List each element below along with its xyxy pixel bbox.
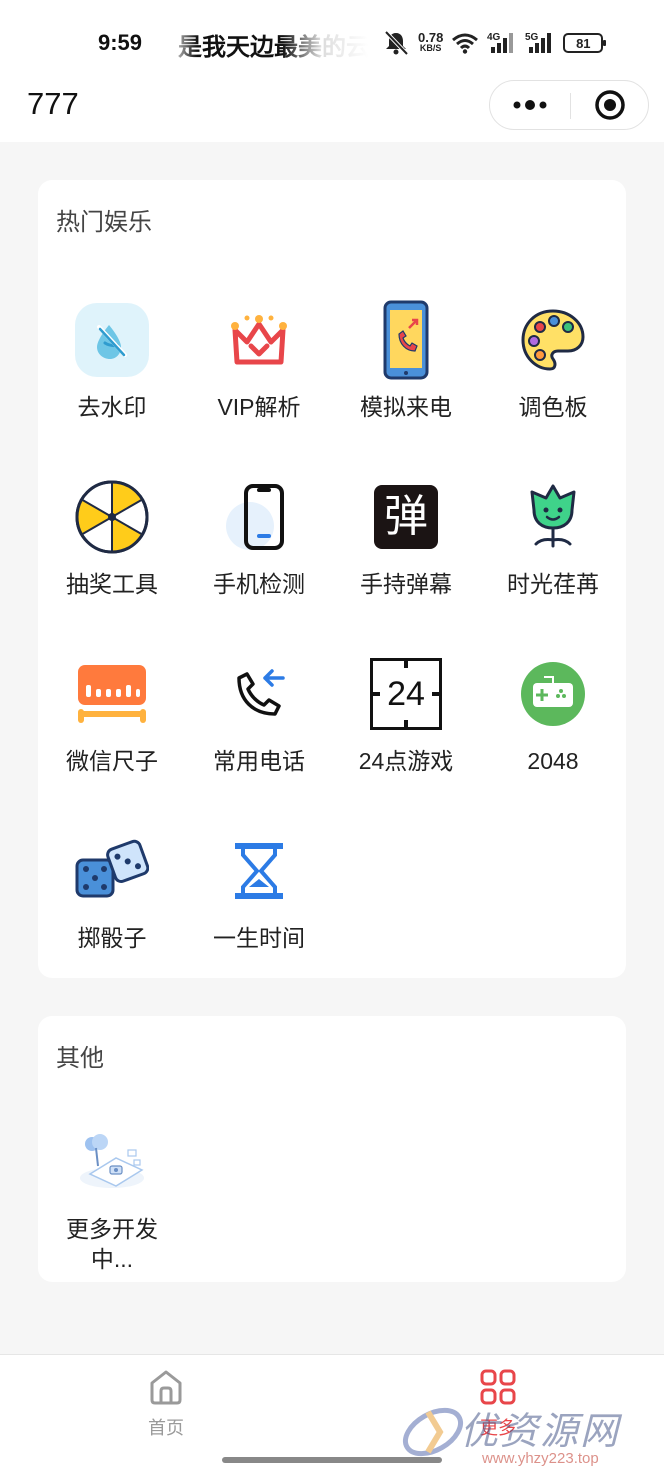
tool-item-24-game[interactable]: 24 24点游戏 — [332, 654, 480, 776]
tool-item-time-plant[interactable]: 时光荏苒 — [479, 477, 627, 599]
tool-item-developing[interactable]: 更多开发 中... — [38, 1122, 186, 1274]
tool-label: VIP解析 — [217, 394, 301, 420]
palette-icon — [513, 300, 593, 380]
tool-label: 手机检测 — [213, 571, 305, 597]
more-menu-button[interactable] — [490, 81, 570, 129]
battery-indicator: 81 — [563, 33, 607, 53]
tool-item-phone-check[interactable]: 手机检测 — [185, 477, 333, 599]
watermark-remove-icon — [72, 300, 152, 380]
svg-text:4G: 4G — [487, 32, 501, 43]
hourglass-icon — [219, 831, 299, 911]
fake-call-phone-icon — [366, 300, 446, 380]
section-title-hot: 热门娱乐 — [56, 209, 152, 236]
status-icons: 0.78 KB/S 4G 5G 81 — [382, 26, 607, 60]
tool-label: 去水印 — [77, 394, 147, 420]
tool-item-lottery[interactable]: 抽奖工具 — [38, 477, 186, 599]
tab-home[interactable]: 首页 — [116, 1367, 216, 1440]
watermark-url: www.yhzy223.top — [482, 1450, 599, 1467]
ruler-icon — [72, 654, 152, 734]
tool-label: 2048 — [527, 748, 579, 774]
tool-label: 抽奖工具 — [66, 571, 158, 597]
developing-illustration-icon — [72, 1122, 152, 1202]
status-time: 9:59 — [98, 30, 143, 55]
status-marquee-text: 是我天边最美的云 — [178, 34, 368, 61]
game-24-icon: 24 — [366, 654, 446, 734]
tool-label: 掷骰子 — [77, 925, 147, 951]
page-title: 777 — [27, 86, 79, 121]
phone-check-icon — [219, 477, 299, 557]
target-close-icon — [595, 90, 625, 120]
tool-item-dice[interactable]: 掷骰子 — [38, 831, 186, 953]
tool-label: 调色板 — [518, 394, 588, 420]
tool-label: 模拟来电 — [360, 394, 452, 420]
svg-text:5G: 5G — [525, 32, 539, 43]
tool-item-phone-call[interactable]: 常用电话 — [185, 654, 333, 776]
tool-label: 一生时间 — [213, 925, 305, 951]
tool-item-fake-call[interactable]: 模拟来电 — [332, 300, 480, 422]
home-icon — [150, 1370, 182, 1405]
tool-item-watermark[interactable]: 去水印 — [38, 300, 186, 422]
tool-label: 手持弹幕 — [360, 571, 452, 597]
time-plant-icon — [513, 477, 593, 557]
signal-5g-icon: 5G — [525, 32, 552, 53]
hot-entertainment-card: 热门娱乐 去水印 VIP解析 模拟来电 调色板 抽奖工具 手机检测 弹 手持弹幕… — [38, 180, 626, 978]
lottery-wheel-icon — [72, 477, 152, 557]
tool-label: 时光荏苒 — [507, 571, 599, 597]
more-dots-icon — [513, 100, 547, 110]
signal-4g-icon: 4G — [487, 32, 514, 53]
miniprogram-capsule — [489, 80, 649, 130]
home-indicator[interactable] — [222, 1457, 442, 1463]
tool-label: 24点游戏 — [358, 748, 454, 774]
dice-icon — [72, 831, 152, 911]
tab-label-home: 首页 — [148, 1418, 184, 1438]
vip-crown-icon — [219, 300, 299, 380]
tool-label: 常用电话 — [213, 748, 305, 774]
tool-item-palette[interactable]: 调色板 — [479, 300, 627, 422]
close-miniprogram-button[interactable] — [571, 81, 649, 129]
nav-bar: 777 — [0, 80, 664, 142]
tool-item-ruler[interactable]: 微信尺子 — [38, 654, 186, 776]
phone-call-icon — [219, 654, 299, 734]
mute-bell-icon — [384, 30, 409, 56]
tool-item-danmaku[interactable]: 弹 手持弹幕 — [332, 477, 480, 599]
net-speed: 0.78 KB/S — [418, 30, 444, 53]
tool-item-vip[interactable]: VIP解析 — [185, 300, 333, 422]
gamepad-icon — [513, 654, 593, 734]
tool-item-hourglass[interactable]: 一生时间 — [185, 831, 333, 953]
tool-label: 更多开发 中... — [66, 1216, 158, 1272]
section-title-other: 其他 — [56, 1045, 104, 1072]
status-bar: 9:59 是我天边最美的云 0.78 KB/S 4G 5G 81 — [0, 0, 664, 80]
wifi-icon — [452, 33, 479, 54]
tool-item-2048[interactable]: 2048 — [479, 654, 627, 776]
danmaku-icon: 弹 — [366, 477, 446, 557]
other-card: 其他 更多开发 中... — [38, 1016, 626, 1282]
tool-label: 微信尺子 — [66, 748, 158, 774]
watermark-text: 优资源网 — [460, 1409, 621, 1453]
